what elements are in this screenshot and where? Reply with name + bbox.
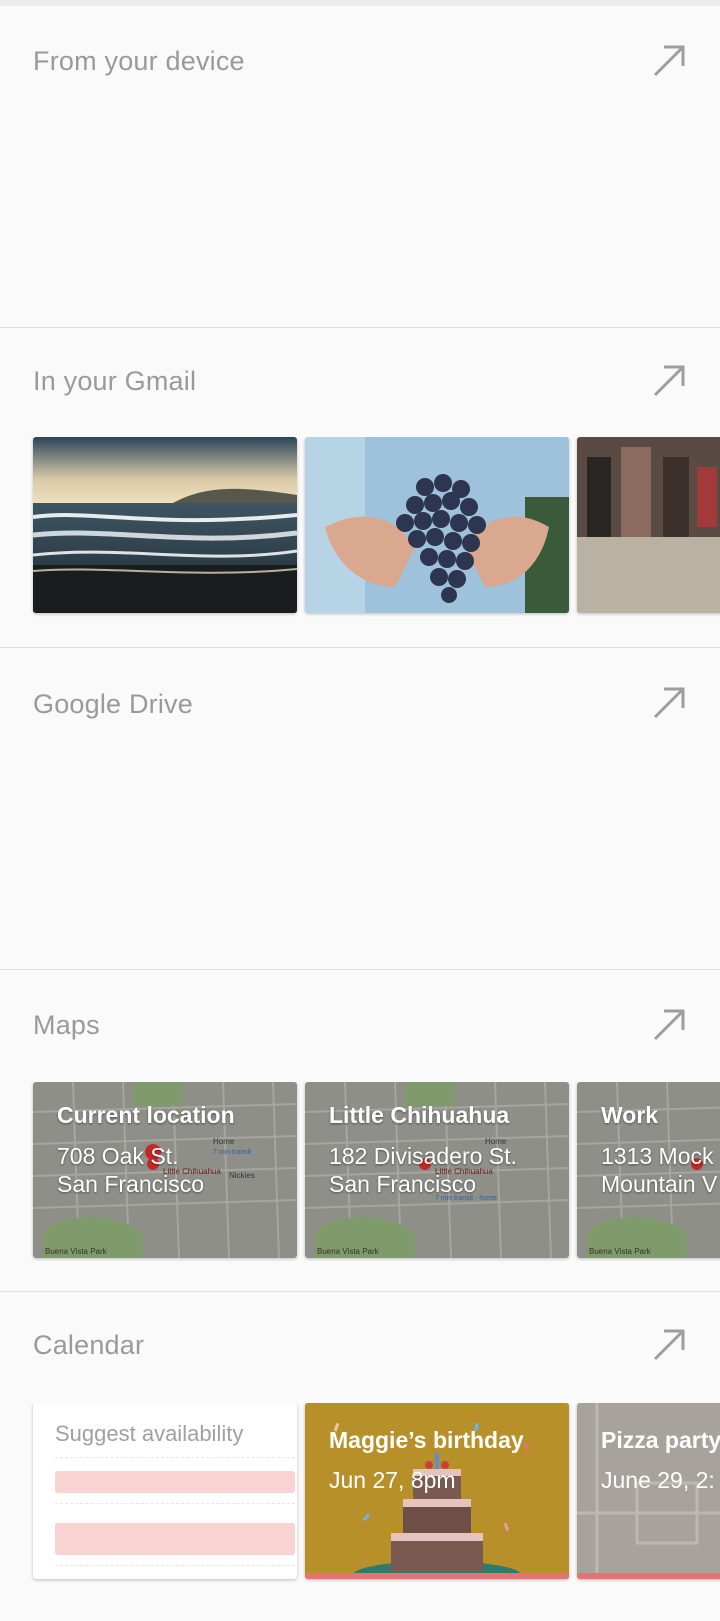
event-card-pizza-party[interactable]: Pizza party June 29, 2: (577, 1403, 720, 1579)
attachment-row (0, 437, 720, 617)
map-card-work[interactable]: Buena Vista Park Work 1313 Mock Mountain… (577, 1082, 720, 1258)
address-line-1: 182 Divisadero St. (329, 1143, 517, 1169)
attachment-card-ocean[interactable] (33, 437, 297, 613)
open-arrow-icon[interactable] (652, 364, 686, 398)
suggest-availability-label: Suggest availability (55, 1421, 244, 1446)
map-label-place: Nickies (229, 1171, 255, 1180)
section-title: Maps (33, 1010, 100, 1040)
address-line-2: San Francisco (329, 1171, 477, 1197)
suggest-availability-card[interactable]: Suggest availability (33, 1403, 297, 1579)
map-label-place: Home (213, 1137, 235, 1146)
ocean-photo (33, 437, 297, 613)
section-calendar: Calendar Suggest availability Maggie’s b… (0, 1292, 720, 1621)
address-line-1: 1313 Mock (601, 1143, 714, 1169)
time-slot-line (55, 1457, 295, 1458)
section-maps: Maps Little Chihuahua Home 7 min transit… (0, 970, 720, 1291)
time-slot-line (55, 1503, 295, 1504)
section-title: From your device (33, 46, 245, 76)
open-arrow-icon[interactable] (652, 44, 686, 78)
availability-block[interactable] (55, 1523, 295, 1555)
time-slot-line (55, 1565, 295, 1566)
section-title: Calendar (33, 1330, 145, 1360)
event-accent-bar (577, 1573, 720, 1579)
open-arrow-icon[interactable] (652, 1008, 686, 1042)
map-card-address: 708 Oak St. San Francisco (57, 1142, 204, 1198)
attachment-card-train[interactable] (577, 437, 720, 613)
open-arrow-icon[interactable] (652, 1328, 686, 1362)
address-line-1: 708 Oak St. (57, 1143, 179, 1169)
open-arrow-icon[interactable] (652, 686, 686, 720)
address-line-2: San Francisco (57, 1171, 205, 1197)
map-card-title: Current location (57, 1102, 235, 1128)
section-from-device: From your device (0, 0, 720, 327)
event-title: Pizza party (601, 1427, 720, 1453)
event-card-birthday[interactable]: Maggie’s birthday Jun 27, 8pm (305, 1403, 569, 1579)
map-label-park: Buena Vista Park (45, 1247, 108, 1256)
map-card-title: Work (601, 1102, 659, 1128)
event-date: June 29, 2: (601, 1467, 715, 1493)
map-label-park: Buena Vista Park (589, 1247, 652, 1256)
calendar-card-row: Suggest availability Maggie’s birthday J… (0, 1403, 720, 1583)
train-photo (577, 437, 720, 613)
map-card-title: Little Chihuahua (329, 1102, 510, 1128)
availability-block[interactable] (55, 1471, 295, 1493)
section-gmail: In your Gmail (0, 328, 720, 647)
map-card-little-chihuahua[interactable]: Little Chihuahua Home Buena Vista Park 7… (305, 1082, 569, 1258)
section-title: In your Gmail (33, 366, 197, 396)
map-card-row: Little Chihuahua Home 7 min transit Buen… (0, 1082, 720, 1262)
map-label-transit: 7 min transit (213, 1149, 251, 1156)
event-accent-bar (305, 1573, 569, 1579)
section-google-drive: Google Drive (0, 648, 720, 969)
event-date: Jun 27, 8pm (329, 1467, 456, 1493)
map-card-address: 182 Divisadero St. San Francisco (329, 1142, 517, 1198)
address-line-2: Mountain V (601, 1171, 718, 1197)
map-label-park: Buena Vista Park (317, 1247, 380, 1256)
grapes-photo (305, 437, 569, 613)
map-card-current-location[interactable]: Little Chihuahua Home 7 min transit Buen… (33, 1082, 297, 1258)
event-title: Maggie’s birthday (329, 1427, 524, 1453)
map-card-address: 1313 Mock Mountain V (601, 1142, 717, 1198)
attachment-card-grapes[interactable] (305, 437, 569, 613)
section-title: Google Drive (33, 689, 193, 719)
